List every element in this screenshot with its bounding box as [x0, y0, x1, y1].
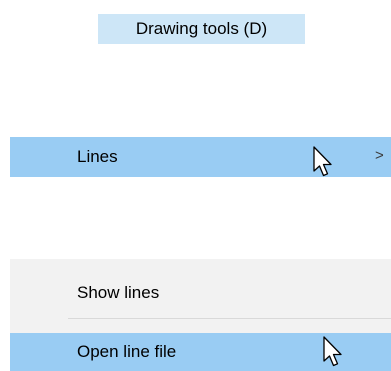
mouse-pointer-icon: [313, 146, 332, 177]
menu-item-lines-label: Lines: [77, 147, 118, 166]
menu-item-show-lines[interactable]: Show lines: [10, 273, 391, 313]
menu-item-open-line-file-label: Open line file: [77, 342, 177, 361]
tooltip-text: Drawing tools (D): [135, 19, 268, 38]
chevron-right-icon: >: [375, 147, 384, 164]
drawing-tools-tooltip: Drawing tools (D): [98, 14, 305, 44]
menu-item-show-lines-label: Show lines: [77, 283, 160, 302]
mouse-pointer-icon: [323, 336, 342, 367]
menu-separator: [68, 318, 391, 319]
